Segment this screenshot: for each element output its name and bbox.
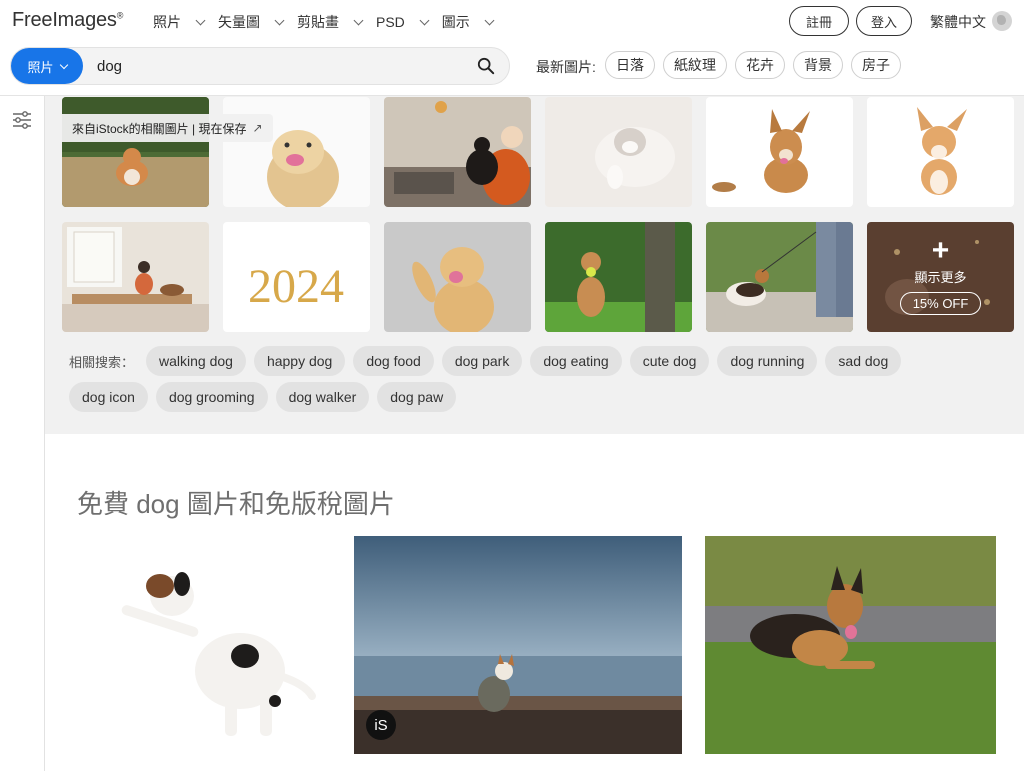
- logo-registered-mark: ®: [116, 10, 124, 21]
- related-search-chip[interactable]: walking dog: [146, 346, 246, 376]
- related-search-chip[interactable]: dog grooming: [155, 382, 268, 412]
- related-search-chip[interactable]: dog food: [353, 346, 434, 376]
- nav-label: PSD: [376, 14, 405, 30]
- login-button[interactable]: 登入: [856, 6, 912, 36]
- discount-badge: 15% OFF: [899, 292, 982, 315]
- related-searches-row-1: walking dog happy dog dog food dog park …: [146, 346, 909, 376]
- search-icon[interactable]: [477, 57, 495, 75]
- free-images-heading: 免費 dog 圖片和免版稅圖片: [77, 489, 395, 519]
- istock-thumb-2024-paw[interactable]: 2024: [223, 222, 370, 332]
- corgi-puppy-image: [867, 97, 1014, 207]
- related-search-chip[interactable]: dog icon: [69, 382, 148, 412]
- related-searches-label: 相關搜索：: [69, 355, 135, 370]
- home-office-image: [62, 222, 209, 332]
- istock-thumb-retriever-paw-up[interactable]: [384, 222, 531, 332]
- istock-thumb-home-office[interactable]: [62, 222, 209, 332]
- istock-banner-link[interactable]: 來自iStock的相關圖片 | 現在保存 ↗: [62, 114, 273, 142]
- chevron-down-icon: [195, 15, 206, 25]
- istock-thumb-corgi-puppy[interactable]: [867, 97, 1014, 207]
- sleeping-husky-image: [545, 97, 692, 207]
- search-type-dropdown[interactable]: 照片: [11, 48, 83, 84]
- dog-with-ball-image: [545, 222, 692, 332]
- istock-thumb-woman-holding-dog[interactable]: [384, 97, 531, 207]
- latest-tag[interactable]: 背景: [793, 51, 843, 79]
- istock-thumb-sleeping-husky[interactable]: [545, 97, 692, 207]
- chevron-down-icon: [353, 15, 364, 25]
- related-search-chip[interactable]: dog paw: [377, 382, 457, 412]
- istock-thumb-shepherd-mix[interactable]: [706, 97, 853, 207]
- show-more-overlay: + 顯示更多 15% OFF: [867, 222, 1014, 332]
- main-nav: 照片 矢量圖 剪貼畫 PSD 圖示: [153, 12, 507, 32]
- 2024-graphic-text: 2024: [248, 260, 344, 313]
- nav-label: 圖示: [441, 14, 470, 30]
- related-search-chip[interactable]: dog eating: [530, 346, 622, 376]
- nav-label: 照片: [153, 14, 181, 30]
- search-type-label: 照片: [27, 59, 54, 75]
- latest-tag[interactable]: 紙紋理: [663, 51, 727, 79]
- filter-sliders-icon[interactable]: [12, 111, 32, 129]
- related-search-chip[interactable]: dog running: [717, 346, 818, 376]
- nav-item-photos[interactable]: 照片: [153, 12, 206, 32]
- related-search-chip[interactable]: dog walker: [275, 382, 370, 412]
- related-search-chip[interactable]: dog park: [441, 346, 523, 376]
- register-button[interactable]: 註冊: [789, 6, 849, 36]
- istock-thumb-dog-with-ball[interactable]: [545, 222, 692, 332]
- istock-badge: iS: [366, 710, 396, 740]
- retriever-paw-up-image: [384, 222, 531, 332]
- 2024-paw-image: 2024: [223, 222, 370, 332]
- beach-dog-image: [354, 536, 682, 754]
- plus-icon: +: [931, 234, 950, 267]
- filter-rail: [0, 96, 45, 771]
- latest-tag[interactable]: 花卉: [735, 51, 785, 79]
- latest-tag[interactable]: 房子: [851, 51, 901, 79]
- beagle-walk-image: [706, 222, 853, 332]
- chevron-down-icon: [419, 15, 430, 25]
- istock-thumb-beagle-walk[interactable]: [706, 222, 853, 332]
- chevron-down-icon: [484, 15, 495, 25]
- search-bar: 照片: [10, 47, 510, 85]
- language-selector[interactable]: 繁體中文: [930, 12, 986, 32]
- nav-item-clipart[interactable]: 剪貼畫: [297, 12, 364, 32]
- globe-icon[interactable]: [992, 11, 1012, 31]
- german-shepherd-image: [705, 536, 996, 754]
- nav-label: 矢量圖: [218, 14, 260, 30]
- nav-label: 剪貼畫: [297, 14, 339, 30]
- show-more-label: 顯示更多: [914, 270, 967, 285]
- related-search-chip[interactable]: happy dog: [253, 346, 346, 376]
- search-input[interactable]: [97, 56, 457, 76]
- site-logo[interactable]: FreeImages®: [12, 9, 123, 32]
- related-search-chip[interactable]: sad dog: [825, 346, 902, 376]
- chevron-down-icon: [59, 60, 68, 69]
- nav-item-icons[interactable]: 圖示: [441, 12, 495, 32]
- related-search-chip[interactable]: cute dog: [629, 346, 710, 376]
- top-header: FreeImages® 照片 矢量圖 剪貼畫 PSD 圖示 註冊 登入 繁體中文…: [0, 0, 1024, 96]
- show-more-tile[interactable]: + 顯示更多 15% OFF: [867, 222, 1014, 332]
- photo-jack-russell[interactable]: [100, 556, 320, 741]
- nav-item-vectors[interactable]: 矢量圖: [218, 12, 285, 32]
- nav-item-psd[interactable]: PSD: [376, 14, 430, 30]
- woman-holding-dog-image: [384, 97, 531, 207]
- photo-german-shepherd[interactable]: [705, 536, 996, 754]
- external-link-icon: ↗: [252, 121, 263, 135]
- jack-russell-image: [100, 556, 320, 741]
- photo-beach-dog[interactable]: [354, 536, 682, 754]
- latest-tags: 日落 紙紋理 花卉 背景 房子: [605, 51, 909, 79]
- chevron-down-icon: [274, 15, 285, 25]
- latest-tag[interactable]: 日落: [605, 51, 655, 79]
- latest-images-label: 最新圖片:: [536, 59, 596, 75]
- related-searches-row-2: dog icon dog grooming dog walker dog paw: [69, 382, 464, 412]
- logo-text: FreeImages: [12, 9, 117, 31]
- istock-banner-text: 來自iStock的相關圖片 | 現在保存: [72, 121, 247, 136]
- shepherd-mix-image: [706, 97, 853, 207]
